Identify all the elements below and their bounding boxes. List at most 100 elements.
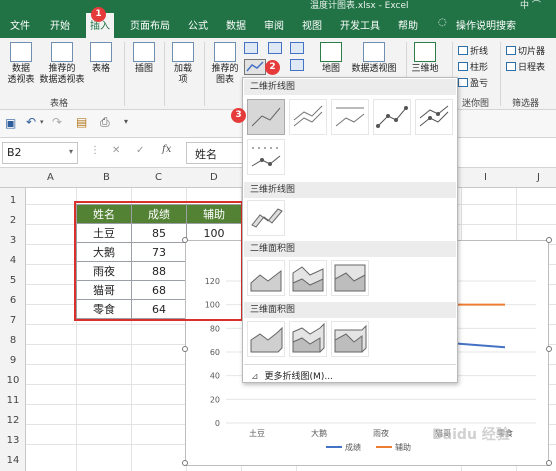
- col-header-a[interactable]: A: [47, 172, 54, 183]
- col-header-j[interactable]: J: [537, 172, 540, 183]
- column-chart-icon[interactable]: [244, 42, 258, 54]
- sparkline-winloss-button[interactable]: 盈亏: [458, 76, 488, 89]
- line-chart-option[interactable]: [247, 99, 285, 135]
- map-button[interactable]: 地图: [318, 42, 344, 75]
- more-line-charts-link[interactable]: ⊿ 更多折线图(M)...: [251, 369, 333, 382]
- timeline-button[interactable]: 日程表: [506, 60, 545, 73]
- 3d-percent-area-icon: [334, 324, 367, 353]
- line-chart-button[interactable]: [244, 59, 266, 75]
- tab-data[interactable]: 数据: [226, 17, 246, 32]
- stacked-line-icon: [293, 105, 323, 127]
- resize-handle[interactable]: [546, 237, 552, 243]
- divider: [244, 364, 456, 365]
- tab-page-layout[interactable]: 页面布局: [130, 17, 170, 32]
- cancel-icon[interactable]: ✕: [112, 145, 120, 156]
- col-header-d[interactable]: D: [210, 172, 218, 183]
- row-header-3[interactable]: 3: [0, 235, 26, 246]
- window-title: 温度计图表.xlsx - Excel: [310, 1, 409, 11]
- enter-icon[interactable]: ✓: [136, 145, 144, 156]
- 3d-line-option[interactable]: [247, 200, 285, 236]
- stacked-line-option[interactable]: [289, 99, 327, 135]
- recommended-charts-button[interactable]: 推荐的 图表: [208, 42, 242, 86]
- tab-review[interactable]: 审阅: [264, 17, 284, 32]
- sparkline-column-icon: [458, 62, 468, 71]
- 3d-area-option[interactable]: [247, 321, 285, 357]
- row-header-8[interactable]: 8: [0, 335, 26, 346]
- pivot-chart-label: 数据透视图: [351, 64, 397, 74]
- save-icon[interactable]: ▣: [5, 116, 16, 130]
- timeline-label: 日程表: [518, 63, 546, 73]
- tab-home[interactable]: 开始: [50, 17, 70, 32]
- stacked-markers-option[interactable]: [415, 99, 453, 135]
- resize-handle[interactable]: [546, 460, 552, 466]
- undo-icon[interactable]: ↶: [26, 115, 36, 129]
- 3d-percent-area-option[interactable]: [331, 321, 369, 357]
- pivot-chart-button[interactable]: 数据透视图: [350, 42, 398, 75]
- stacked-area-option[interactable]: [289, 260, 327, 296]
- table-button[interactable]: 表格: [88, 42, 114, 75]
- percent-area-option[interactable]: [331, 260, 369, 296]
- resize-handle[interactable]: [182, 346, 188, 352]
- picture-icon: [133, 42, 155, 62]
- col-header-c[interactable]: C: [155, 172, 162, 183]
- name-box[interactable]: B2 ▾: [2, 142, 78, 164]
- statistic-chart-icon[interactable]: [290, 42, 304, 54]
- percent-markers-option[interactable]: [247, 139, 285, 175]
- col-header-i[interactable]: I: [484, 172, 487, 183]
- percent-line-option[interactable]: [331, 99, 369, 135]
- section-2d-area: 二维面积图: [244, 241, 456, 257]
- row-header-1[interactable]: 1: [0, 195, 26, 206]
- ribbon-separator: [500, 42, 501, 106]
- 3d-map-button[interactable]: 三维地: [410, 42, 440, 75]
- row-header-2[interactable]: 2: [0, 215, 26, 226]
- row-header-6[interactable]: 6: [0, 295, 26, 306]
- row-header: 1 2 3 4 5 6 7 8 9 10 11 12 13 14: [0, 188, 26, 471]
- recommended-pivot-button[interactable]: 推荐的 数据透视表: [38, 42, 86, 86]
- row-header-4[interactable]: 4: [0, 255, 26, 266]
- tell-me-search[interactable]: 操作说明搜索: [456, 17, 516, 32]
- tab-file[interactable]: 文件: [10, 17, 30, 32]
- print-preview-icon[interactable]: ⎙: [100, 115, 110, 130]
- row-header-5[interactable]: 5: [0, 275, 26, 286]
- insert-function-icon[interactable]: fx: [162, 144, 171, 155]
- tab-help[interactable]: 帮助: [398, 17, 418, 32]
- tab-view[interactable]: 视图: [302, 17, 322, 32]
- col-header-b[interactable]: B: [103, 172, 110, 183]
- illustrations-button[interactable]: 插图: [130, 42, 158, 75]
- slicer-label: 切片器: [518, 47, 546, 57]
- scatter-chart-icon[interactable]: [290, 59, 304, 71]
- customize-qat-icon[interactable]: ▾: [124, 117, 128, 126]
- y-tick-label: 60: [210, 348, 220, 357]
- formula-input[interactable]: 姓名: [186, 142, 246, 164]
- area-option[interactable]: [247, 260, 285, 296]
- row-header-10[interactable]: 10: [0, 375, 26, 386]
- section-3d-area: 三维面积图: [244, 302, 456, 318]
- row-header-14[interactable]: 14: [0, 455, 26, 466]
- y-tick-label: 40: [210, 372, 220, 381]
- row-header-7[interactable]: 7: [0, 315, 26, 326]
- addins-button[interactable]: 加载 项: [168, 42, 198, 86]
- 3d-stacked-area-option[interactable]: [289, 321, 327, 357]
- sparkline-line-button[interactable]: 折线: [458, 44, 488, 57]
- x-tick-label: 土豆: [249, 428, 265, 438]
- tab-formulas[interactable]: 公式: [188, 17, 208, 32]
- row-header-12[interactable]: 12: [0, 415, 26, 426]
- row-header-11[interactable]: 11: [0, 395, 26, 406]
- redo-icon[interactable]: ↷: [52, 115, 62, 129]
- slicer-button[interactable]: 切片器: [506, 44, 545, 57]
- recommended-pivot-icon: [51, 42, 73, 62]
- undo-dropdown-icon[interactable]: ▾: [40, 118, 44, 126]
- resize-handle[interactable]: [546, 346, 552, 352]
- sparkline-column-button[interactable]: 柱形: [458, 60, 488, 73]
- more-line-charts-label: 更多折线图(M)...: [264, 372, 333, 382]
- row-header-9[interactable]: 9: [0, 355, 26, 366]
- percent-area-icon: [334, 264, 366, 292]
- resize-handle[interactable]: [182, 460, 188, 466]
- line-markers-option[interactable]: [373, 99, 411, 135]
- hierarchy-chart-icon[interactable]: [268, 42, 282, 54]
- new-file-icon[interactable]: ▤: [76, 115, 87, 129]
- pivot-table-button[interactable]: 数据 透视表: [6, 42, 36, 86]
- name-box-dropdown-icon[interactable]: ▾: [69, 147, 73, 156]
- row-header-13[interactable]: 13: [0, 435, 26, 446]
- tab-developer[interactable]: 开发工具: [340, 17, 380, 32]
